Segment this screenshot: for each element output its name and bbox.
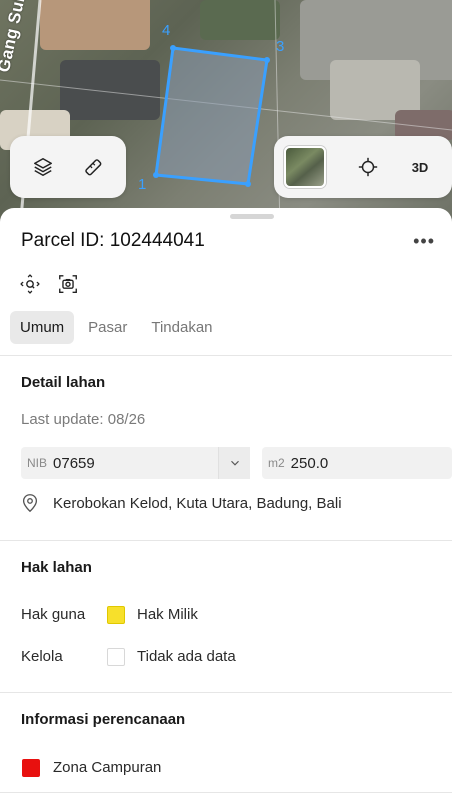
- sheet-drag-handle[interactable]: [230, 214, 274, 219]
- address-text: Kerobokan Kelod, Kuta Utara, Badung, Bal…: [53, 494, 342, 512]
- satellite-thumbnail[interactable]: [284, 146, 326, 188]
- right-label-hak-guna: Hak guna: [21, 606, 86, 623]
- parcel-sheet: Parcel ID: 102444041 ••• Umum Pasar Tind…: [0, 208, 452, 804]
- parcel-polygon: [154, 46, 269, 186]
- nib-dropdown-button[interactable]: [218, 447, 250, 479]
- zone-label: Zona Campuran: [53, 759, 162, 776]
- parcel-tabs: Umum Pasar Tindakan: [10, 311, 223, 344]
- divider: [0, 540, 452, 541]
- parcel-tools: [18, 272, 80, 296]
- zone-color-swatch: [22, 759, 40, 777]
- tab-tindakan[interactable]: Tindakan: [141, 311, 222, 344]
- right-color-swatch: [107, 648, 125, 666]
- right-label-kelola: Kelola: [21, 648, 63, 665]
- area-value: 250.0: [290, 454, 329, 472]
- measure-button[interactable]: [73, 147, 113, 187]
- right-value-hak-guna: Hak Milik: [137, 606, 198, 623]
- map-tools-right: 3D: [274, 136, 452, 198]
- section-title-rights: Hak lahan: [21, 559, 92, 576]
- divider: [0, 692, 452, 693]
- address-row: Kerobokan Kelod, Kuta Utara, Badung, Bal…: [21, 493, 342, 513]
- layers-icon: [34, 158, 52, 176]
- area-prefix: m2: [268, 456, 285, 470]
- zoom-fit-icon: [20, 274, 40, 294]
- divider: [0, 792, 452, 793]
- area-field[interactable]: m2 250.0: [262, 447, 452, 479]
- measure-icon: [85, 159, 102, 176]
- sheet-header: Parcel ID: 102444041 •••: [21, 230, 441, 252]
- nib-value: 07659: [53, 454, 95, 472]
- location-pin-icon: [22, 494, 38, 513]
- parcel-title: Parcel ID: 102444041: [21, 230, 205, 251]
- view-3d-button[interactable]: 3D: [400, 147, 440, 187]
- screenshot-button[interactable]: [56, 272, 80, 296]
- vertex-label: 3: [276, 38, 285, 55]
- crosshair-icon: [358, 157, 378, 177]
- right-color-swatch: [107, 606, 125, 624]
- right-value-kelola: Tidak ada data: [137, 648, 236, 665]
- chevron-down-icon: [230, 460, 239, 466]
- map-tools-left: [10, 136, 126, 198]
- divider: [0, 355, 452, 356]
- zoom-to-parcel-button[interactable]: [18, 272, 42, 296]
- map-view[interactable]: Gang Suli 4 3 1 3D: [0, 0, 452, 230]
- more-options-button[interactable]: •••: [413, 231, 441, 252]
- tab-umum[interactable]: Umum: [10, 311, 75, 344]
- camera-capture-icon: [59, 275, 77, 293]
- section-title-detail: Detail lahan: [21, 374, 106, 391]
- nib-field[interactable]: NIB 07659: [21, 447, 250, 479]
- locate-button[interactable]: [348, 147, 388, 187]
- last-update-text: Last update: 08/26: [21, 411, 146, 428]
- layers-button[interactable]: [23, 147, 63, 187]
- section-title-planning: Informasi perencanaan: [21, 711, 186, 728]
- vertex-label: 4: [162, 22, 171, 39]
- vertex-label: 1: [138, 176, 147, 193]
- tab-pasar[interactable]: Pasar: [78, 311, 137, 344]
- nib-prefix: NIB: [27, 456, 48, 470]
